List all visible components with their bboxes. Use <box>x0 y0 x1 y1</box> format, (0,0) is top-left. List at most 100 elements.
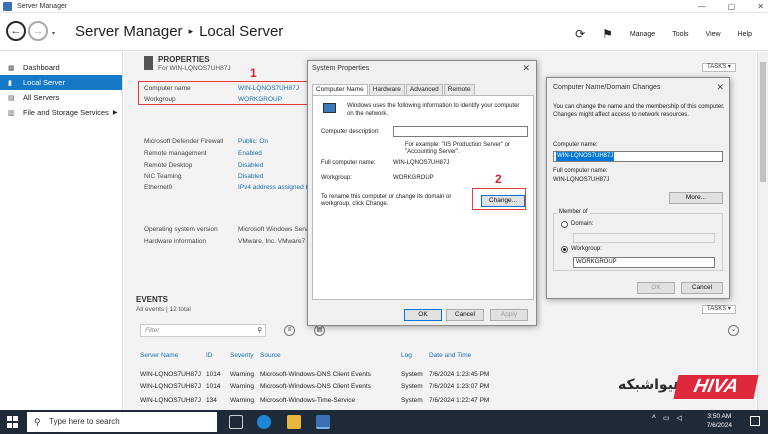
close-icon[interactable]: ✕ <box>716 82 724 93</box>
computer-name-value: WIN-LQNOS7UH87J <box>556 152 615 161</box>
events-col-server-name[interactable]: Server Name <box>140 352 178 359</box>
annotation-number-1: 1 <box>250 66 257 80</box>
events-col-log[interactable]: Log <box>401 352 412 359</box>
properties-tasks-button[interactable]: TASKS ▾ <box>702 63 736 72</box>
app-header: ← → ▾ Server Manager ▸ Local Server ⟳ ⚑ Ma… <box>0 13 768 51</box>
apply-button[interactable]: Apply <box>490 309 528 321</box>
clock-time: 3:50 AM <box>707 413 732 420</box>
file-explorer-icon[interactable] <box>287 415 301 429</box>
task-view-icon[interactable] <box>229 415 243 429</box>
sidebar-item-local-server[interactable]: ▮ Local Server <box>0 75 122 90</box>
show-hidden-icons-icon[interactable]: ˄ <box>652 414 656 422</box>
prop-value-remote-management[interactable]: Enabled <box>238 150 262 157</box>
maximize-icon[interactable]: ▢ <box>728 2 736 11</box>
member-of-title: Member of <box>557 209 590 215</box>
event-severity: Warning <box>230 383 254 390</box>
event-severity: Warning <box>230 371 254 378</box>
taskbar-search-box[interactable]: ⚲ Type here to search <box>27 412 217 432</box>
storage-icon: ▥ <box>8 109 15 117</box>
event-server: WIN-LQNOS7UH87J <box>140 371 202 378</box>
minimize-icon[interactable]: — <box>698 2 706 11</box>
event-source: Microsoft-Windows-Time-Service <box>260 397 356 404</box>
event-date: 7/6/2024 1:22:47 PM <box>429 397 490 404</box>
prop-value-remote-desktop[interactable]: Disabled <box>238 162 263 169</box>
search-icon[interactable]: ⚲ <box>257 325 262 336</box>
event-server: WIN-LQNOS7UH87J <box>140 397 202 404</box>
prop-value-firewall[interactable]: Public: On <box>238 138 268 145</box>
menu-tools[interactable]: Tools <box>672 31 688 38</box>
annotation-number-2: 2 <box>495 172 502 186</box>
workgroup-input[interactable]: WORKGROUP <box>573 257 715 268</box>
domain-input[interactable] <box>573 233 715 243</box>
back-arrow-icon[interactable]: ← <box>6 21 26 41</box>
cancel-button[interactable]: Cancel <box>681 282 723 294</box>
tab-advanced[interactable]: Advanced <box>405 84 443 95</box>
ok-button[interactable]: OK <box>637 282 675 294</box>
scrollbar-thumb[interactable] <box>760 62 766 182</box>
refresh-icon[interactable]: ⟳ <box>575 27 585 41</box>
close-icon[interactable]: ✕ <box>757 2 764 11</box>
computer-description-input[interactable] <box>393 126 528 137</box>
properties-title: PROPERTIES <box>158 55 210 64</box>
events-col-source[interactable]: Source <box>260 352 281 359</box>
forward-arrow-icon[interactable]: → <box>28 21 48 41</box>
sidebar-item-label: File and Storage Services <box>23 108 109 117</box>
collapse-events-icon[interactable]: ⌄ <box>728 325 739 336</box>
window-titlebar: Server Manager — ▢ ✕ <box>0 0 768 13</box>
server-icon: ▮ <box>8 79 12 87</box>
dialog-title: System Properties <box>312 65 370 72</box>
tab-remote[interactable]: Remote <box>443 84 475 95</box>
network-icon[interactable]: ▭ <box>663 414 670 422</box>
windows-start-icon[interactable] <box>7 416 19 428</box>
prop-value-nic-teaming[interactable]: Disabled <box>238 173 263 180</box>
workgroup-radio[interactable] <box>561 246 568 253</box>
expand-arrow-icon[interactable]: ▶ <box>113 109 118 116</box>
events-tasks-button[interactable]: TASKS ▾ <box>702 305 736 314</box>
hiva-logo: هیواشبکه HIVA <box>612 372 762 404</box>
vertical-scrollbar[interactable] <box>757 52 768 410</box>
properties-subtitle: For WIN-LQNOS7UH87J <box>158 65 231 72</box>
event-log: System <box>401 397 423 404</box>
sidebar: ▦ Dashboard ▮ Local Server ▤ All Servers… <box>0 52 123 410</box>
taskbar-clock[interactable]: 3:50 AM 7/6/2024 <box>707 412 732 430</box>
close-icon[interactable]: ✕ <box>522 63 530 74</box>
full-name-label: Full computer name: <box>321 160 376 166</box>
sidebar-item-dashboard[interactable]: ▦ Dashboard <box>0 60 122 75</box>
search-icon: ⚲ <box>34 417 41 427</box>
server-manager-icon[interactable] <box>316 415 330 429</box>
save-query-icon[interactable]: ▤ <box>314 325 325 336</box>
event-severity: Warning <box>230 397 254 404</box>
computer-name-input[interactable]: WIN-LQNOS7UH87J <box>553 151 723 162</box>
domain-radio[interactable] <box>561 221 568 228</box>
logo-latin-text: HIVA <box>673 375 759 399</box>
menu-help[interactable]: Help <box>738 31 752 38</box>
computer-name-domain-changes-dialog: Computer Name/Domain Changes ✕ You can c… <box>546 77 730 299</box>
sidebar-item-file-storage[interactable]: ▥ File and Storage Services ▶ <box>0 105 122 120</box>
events-col-severity[interactable]: Severity <box>230 352 253 359</box>
events-subtitle: All events | 12 total <box>136 306 191 313</box>
filter-options-icon[interactable]: ≡ <box>284 325 295 336</box>
menu-manage[interactable]: Manage <box>630 31 655 38</box>
more-button[interactable]: More... <box>669 192 723 204</box>
history-dropdown-icon[interactable]: ▾ <box>52 30 55 37</box>
notifications-flag-icon[interactable]: ⚑ <box>602 27 613 41</box>
intro-text: You can change the name and the membersh… <box>553 104 725 118</box>
notification-center-icon[interactable] <box>750 416 760 426</box>
cancel-button[interactable]: Cancel <box>446 309 484 321</box>
clock-date: 7/6/2024 <box>706 422 732 429</box>
breadcrumb-separator-icon: ▸ <box>188 26 194 36</box>
prop-value-ethernet[interactable]: IPv4 address assigned b <box>238 184 309 191</box>
events-col-date-time[interactable]: Date and Time <box>429 352 471 359</box>
tab-hardware[interactable]: Hardware <box>368 84 405 95</box>
menu-view[interactable]: View <box>706 31 721 38</box>
events-col-id[interactable]: ID <box>206 352 213 359</box>
breadcrumb-current: Local Server <box>199 23 284 40</box>
breadcrumb-root[interactable]: Server Manager <box>75 23 183 40</box>
events-filter-input[interactable]: Filter ⚲ <box>140 324 266 337</box>
sidebar-item-all-servers[interactable]: ▤ All Servers <box>0 90 122 105</box>
intro-text: Windows uses the following information t… <box>347 103 520 117</box>
taskbar: ⚲ Type here to search ˄ ▭ ◁ 3:50 AM 7/6/… <box>0 410 768 434</box>
edge-icon[interactable] <box>257 415 271 429</box>
volume-icon[interactable]: ◁ <box>677 414 682 422</box>
ok-button[interactable]: OK <box>404 309 442 321</box>
